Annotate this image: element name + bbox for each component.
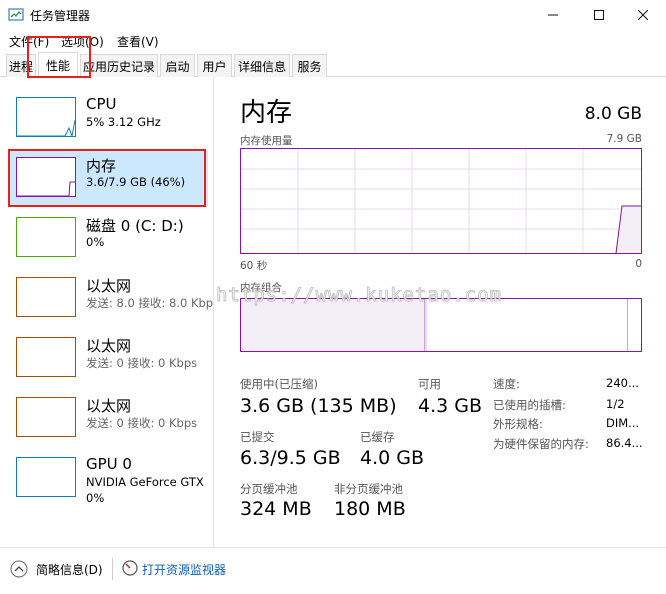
- resource-name: 磁盘 0 (C: D:): [86, 217, 184, 235]
- tab-performance[interactable]: 性能: [38, 52, 78, 77]
- tab-processes[interactable]: 进程: [6, 54, 36, 77]
- window-title: 任务管理器: [30, 9, 91, 23]
- cpu-mini-graph: [17, 119, 76, 138]
- minimize-icon: [548, 14, 558, 16]
- menu-view[interactable]: 查看(V): [117, 33, 159, 50]
- usage-max: 7.9 GB: [606, 133, 642, 145]
- memory-usage-graph: [240, 148, 642, 254]
- resource-memory[interactable]: 内存 3.6/7.9 GB (46%): [8, 151, 208, 207]
- slots-value: 1/2: [606, 397, 625, 411]
- tab-details[interactable]: 详细信息: [234, 54, 290, 77]
- tab-users[interactable]: 用户: [197, 54, 232, 77]
- ethernet-thumbnail: [16, 337, 76, 377]
- watermark-text: https://www.kuketao.com: [215, 284, 503, 307]
- footer-bar: 简略信息(D) 打开资源监视器: [0, 547, 666, 594]
- resource-sub: 0%: [86, 235, 105, 249]
- disk-thumbnail: [16, 217, 76, 257]
- close-icon: [638, 10, 648, 20]
- resource-sub: 发送: 8.0 接收: 8.0 Kbp: [86, 296, 214, 310]
- composition-modified: [425, 299, 427, 351]
- paged-pool-value: 324 MB: [240, 498, 312, 520]
- close-button[interactable]: [620, 0, 666, 30]
- ethernet-thumbnail: [16, 277, 76, 317]
- ethernet-thumbnail: [16, 397, 76, 437]
- hardware-reserved-label: 为硬件保留的内存:: [493, 437, 589, 451]
- resource-name: CPU: [86, 95, 117, 113]
- form-factor-label: 外形规格:: [493, 417, 543, 431]
- menu-file[interactable]: 文件(F): [9, 33, 49, 50]
- resource-sub-2: 0%: [86, 491, 105, 505]
- footer-divider: [112, 558, 113, 580]
- menu-bar: 文件(F) 选项(O) 查看(V): [0, 30, 666, 52]
- resource-name: 以太网: [86, 337, 132, 355]
- usage-label: 内存使用量: [240, 135, 293, 147]
- in-use-label: 使用中(已压缩): [240, 377, 318, 391]
- gpu-thumbnail: [16, 457, 76, 497]
- minimize-button[interactable]: [530, 0, 576, 30]
- fewer-details-button[interactable]: 简略信息(D): [36, 561, 103, 578]
- resource-list: CPU 5% 3.12 GHz 内存 3.6/7.9 GB (46%) 磁盘 0…: [0, 77, 214, 547]
- resource-ethernet-1[interactable]: 以太网 发送: 8.0 接收: 8.0 Kbp: [8, 271, 213, 327]
- speed-label: 速度:: [493, 377, 520, 391]
- tab-app-history[interactable]: 应用历史记录: [80, 54, 158, 77]
- available-value: 4.3 GB: [418, 395, 483, 417]
- composition-standby-divider: [627, 299, 628, 351]
- resource-sub: NVIDIA GeForce GTX: [86, 475, 204, 489]
- maximize-icon: [594, 10, 604, 20]
- resource-disk[interactable]: 磁盘 0 (C: D:) 0%: [8, 211, 208, 267]
- detail-title: 内存: [240, 98, 293, 128]
- resource-ethernet-2[interactable]: 以太网 发送: 0 接收: 0 Kbps: [8, 331, 208, 387]
- slots-label: 已使用的插槽:: [493, 398, 566, 412]
- committed-label: 已提交: [240, 430, 275, 444]
- task-manager-icon: [8, 8, 24, 21]
- menu-options[interactable]: 选项(O): [61, 33, 104, 50]
- resource-name: 以太网: [86, 277, 132, 295]
- resource-sub: 3.6/7.9 GB (46%): [86, 175, 186, 189]
- memory-thumbnail: [16, 157, 76, 197]
- detail-total: 8.0 GB: [584, 104, 642, 124]
- resource-name: GPU 0: [86, 455, 132, 473]
- resource-sub: 5% 3.12 GHz: [86, 115, 161, 129]
- resource-name: 内存: [86, 157, 117, 175]
- resource-cpu[interactable]: CPU 5% 3.12 GHz: [8, 91, 208, 147]
- available-label: 可用: [418, 377, 441, 391]
- nonpaged-pool-value: 180 MB: [334, 498, 406, 520]
- committed-value: 6.3/9.5 GB: [240, 447, 341, 469]
- memory-usage-chart: [241, 149, 641, 253]
- speed-value: 240...: [606, 376, 639, 390]
- resource-ethernet-3[interactable]: 以太网 发送: 0 接收: 0 Kbps: [8, 391, 208, 447]
- composition-in-use: [241, 299, 425, 351]
- memory-mini-graph: [17, 181, 75, 197]
- in-use-value: 3.6 GB (135 MB): [240, 395, 397, 417]
- tab-bar: 进程 性能 应用历史记录 启动 用户 详细信息 服务: [0, 52, 666, 77]
- open-resource-monitor-link[interactable]: 打开资源监视器: [142, 561, 226, 578]
- time-left-label: 60 秒: [240, 260, 268, 272]
- tab-startup[interactable]: 启动: [160, 54, 195, 77]
- title-bar: 任务管理器: [0, 0, 666, 30]
- nonpaged-pool-label: 非分页缓冲池: [334, 482, 403, 496]
- memory-composition-bar: [240, 298, 642, 352]
- form-factor-value: DIM...: [606, 416, 640, 430]
- maximize-button[interactable]: [576, 0, 622, 30]
- resource-monitor-icon: [122, 560, 138, 576]
- tab-services[interactable]: 服务: [292, 54, 327, 77]
- cached-label: 已缓存: [360, 430, 395, 444]
- paged-pool-label: 分页缓冲池: [240, 482, 298, 496]
- cpu-thumbnail: [16, 97, 76, 138]
- chevron-up-icon[interactable]: [10, 560, 28, 578]
- time-right-label: 0: [635, 258, 642, 270]
- resource-gpu[interactable]: GPU 0 NVIDIA GeForce GTX 0%: [8, 451, 208, 507]
- cached-value: 4.0 GB: [360, 447, 425, 469]
- hardware-reserved-value: 86.4...: [606, 436, 643, 450]
- resource-sub: 发送: 0 接收: 0 Kbps: [86, 356, 198, 370]
- resource-name: 以太网: [86, 397, 132, 415]
- resource-sub: 发送: 0 接收: 0 Kbps: [86, 416, 198, 430]
